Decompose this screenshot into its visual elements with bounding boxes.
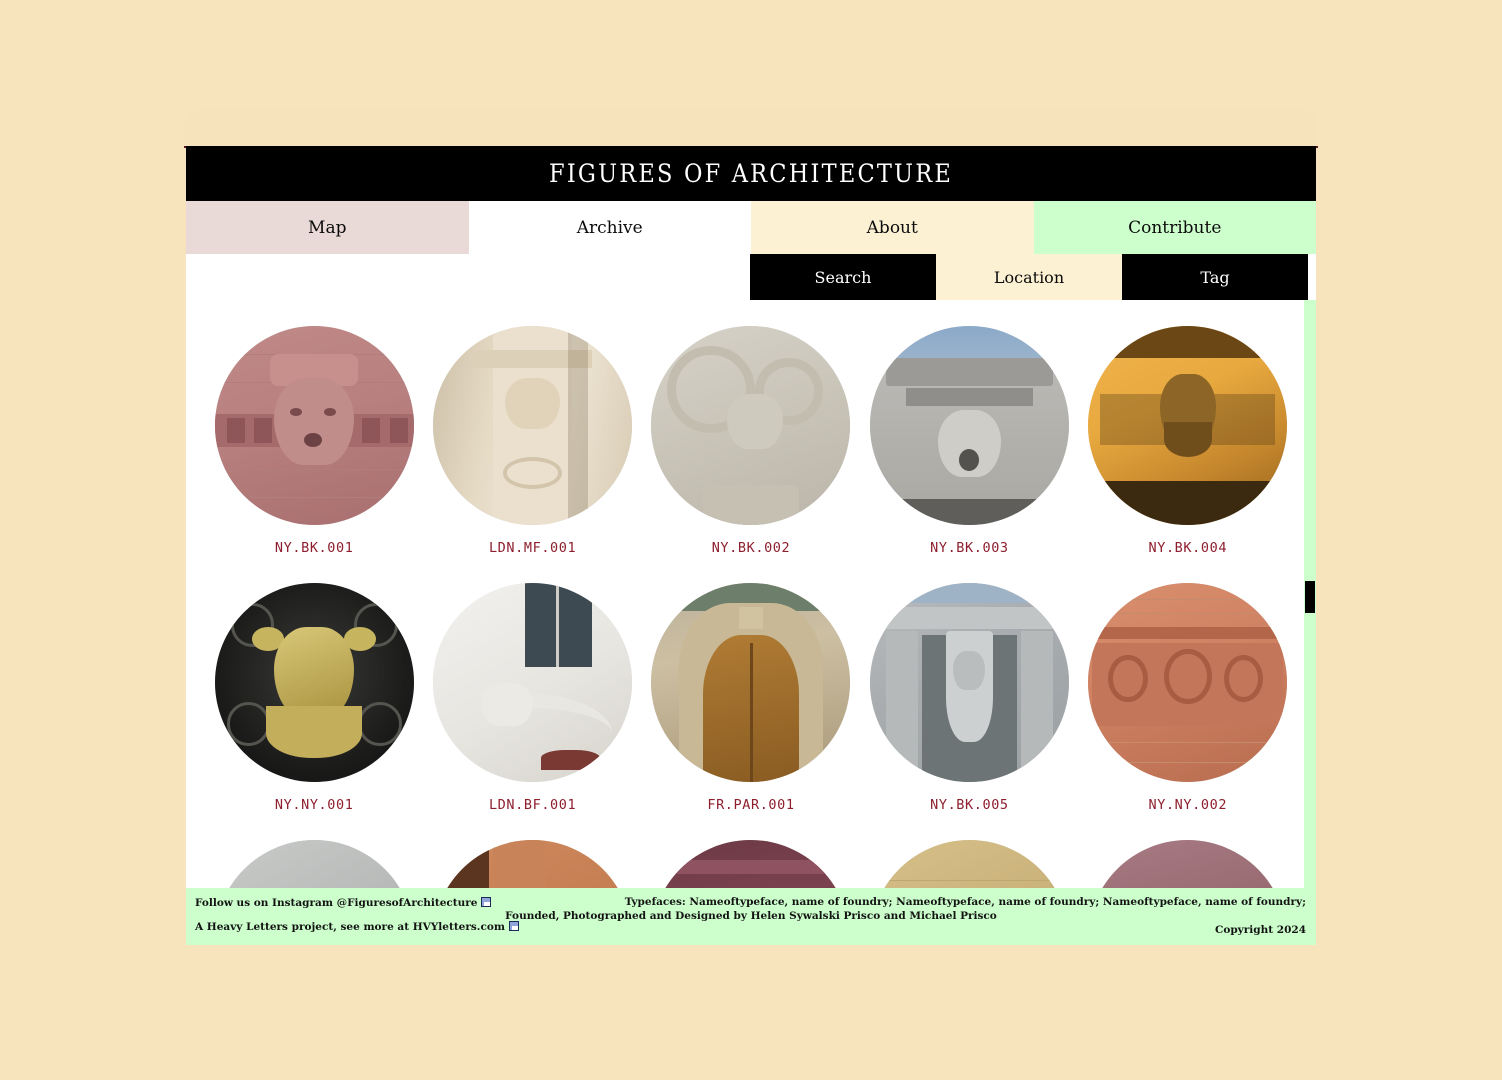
external-link-icon[interactable] — [481, 897, 492, 907]
page-title: FIGURES OF ARCHITECTURE — [549, 159, 953, 188]
archive-item-label: NY.BK.002 — [711, 540, 791, 556]
footer-heavy-letters-text: A Heavy Letters project, see more at HVY… — [195, 921, 505, 933]
archive-item[interactable]: FR.PAR.001 — [649, 583, 853, 840]
site-footer: Follow us on Instagram @FiguresofArchite… — [186, 888, 1316, 945]
nav-tab-contribute[interactable]: Contribute — [1033, 201, 1316, 254]
archive-item[interactable]: LDN.BF.001 — [430, 583, 634, 840]
nav-tab-map[interactable]: Map — [186, 201, 469, 254]
footer-typefaces: Typefaces: Nameoftypeface, name of found… — [624, 896, 1306, 908]
footer-instagram[interactable]: Follow us on Instagram @FiguresofArchite… — [195, 897, 492, 909]
footer-instagram-text: Follow us on Instagram @FiguresofArchite… — [195, 897, 478, 909]
subnav-tab-tag[interactable]: Tag — [1122, 254, 1308, 300]
archive-item-label: NY.NY.001 — [274, 797, 354, 813]
archive-item-label: FR.PAR.001 — [707, 797, 795, 813]
archive-item[interactable]: NY.BK.003 — [867, 326, 1071, 583]
archive-item-label: LDN.BF.001 — [488, 797, 577, 813]
archive-thumbnail[interactable] — [1088, 326, 1288, 525]
archive-scrollbar[interactable] — [1304, 300, 1316, 945]
archive-thumbnail[interactable] — [214, 326, 414, 525]
archive-item-label: NY.BK.005 — [930, 797, 1009, 813]
page-viewport: FIGURES OF ARCHITECTURE Map Archive Abou… — [186, 146, 1316, 945]
main-nav: Map Archive About Contribute — [186, 201, 1316, 254]
footer-heavy-letters[interactable]: A Heavy Letters project, see more at HVY… — [195, 921, 519, 933]
archive-scroll-region: NY.BK.001 LDN.MF.001 NY.BK.002 NY.BK.003… — [186, 300, 1316, 945]
archive-thumbnail[interactable] — [869, 583, 1069, 782]
subnav-tab-search[interactable]: Search — [750, 254, 936, 300]
external-link-icon[interactable] — [508, 921, 519, 931]
nav-tab-archive[interactable]: Archive — [468, 201, 751, 254]
scrollbar-thumb[interactable] — [1305, 581, 1315, 613]
footer-copyright: Copyright 2024 — [1214, 924, 1306, 936]
archive-item-label: NY.BK.001 — [274, 540, 354, 556]
archive-item-label: NY.NY.002 — [1148, 797, 1228, 813]
archive-item[interactable]: NY.BK.002 — [649, 326, 853, 583]
archive-item-label: NY.BK.004 — [1148, 540, 1228, 556]
browser-chrome — [184, 110, 1318, 148]
archive-item[interactable]: NY.NY.002 — [1086, 583, 1290, 840]
archive-thumbnail[interactable] — [651, 326, 851, 525]
archive-thumbnail[interactable] — [433, 326, 633, 525]
archive-item[interactable]: NY.BK.005 — [867, 583, 1071, 840]
archive-item-label: LDN.MF.001 — [488, 540, 577, 556]
archive-item[interactable]: NY.BK.001 — [212, 326, 416, 583]
archive-item[interactable]: NY.BK.004 — [1086, 326, 1290, 583]
archive-item-label: NY.BK.003 — [930, 540, 1009, 556]
footer-credits: Founded, Photographed and Designed by He… — [505, 910, 997, 922]
nav-tab-about[interactable]: About — [751, 201, 1034, 254]
sub-nav: Search Location Tag — [186, 254, 1316, 300]
archive-thumbnail[interactable] — [433, 583, 633, 782]
subnav-tab-location[interactable]: Location — [936, 254, 1122, 300]
site-header: FIGURES OF ARCHITECTURE — [186, 146, 1316, 201]
archive-thumbnail[interactable] — [214, 583, 414, 782]
archive-item[interactable]: NY.NY.001 — [212, 583, 416, 840]
archive-thumbnail[interactable] — [869, 326, 1069, 525]
archive-grid: NY.BK.001 LDN.MF.001 NY.BK.002 NY.BK.003… — [186, 300, 1316, 945]
browser-window: FIGURES OF ARCHITECTURE Map Archive Abou… — [184, 110, 1318, 945]
archive-thumbnail[interactable] — [1088, 583, 1288, 782]
archive-item[interactable]: LDN.MF.001 — [430, 326, 634, 583]
archive-thumbnail[interactable] — [651, 583, 851, 782]
